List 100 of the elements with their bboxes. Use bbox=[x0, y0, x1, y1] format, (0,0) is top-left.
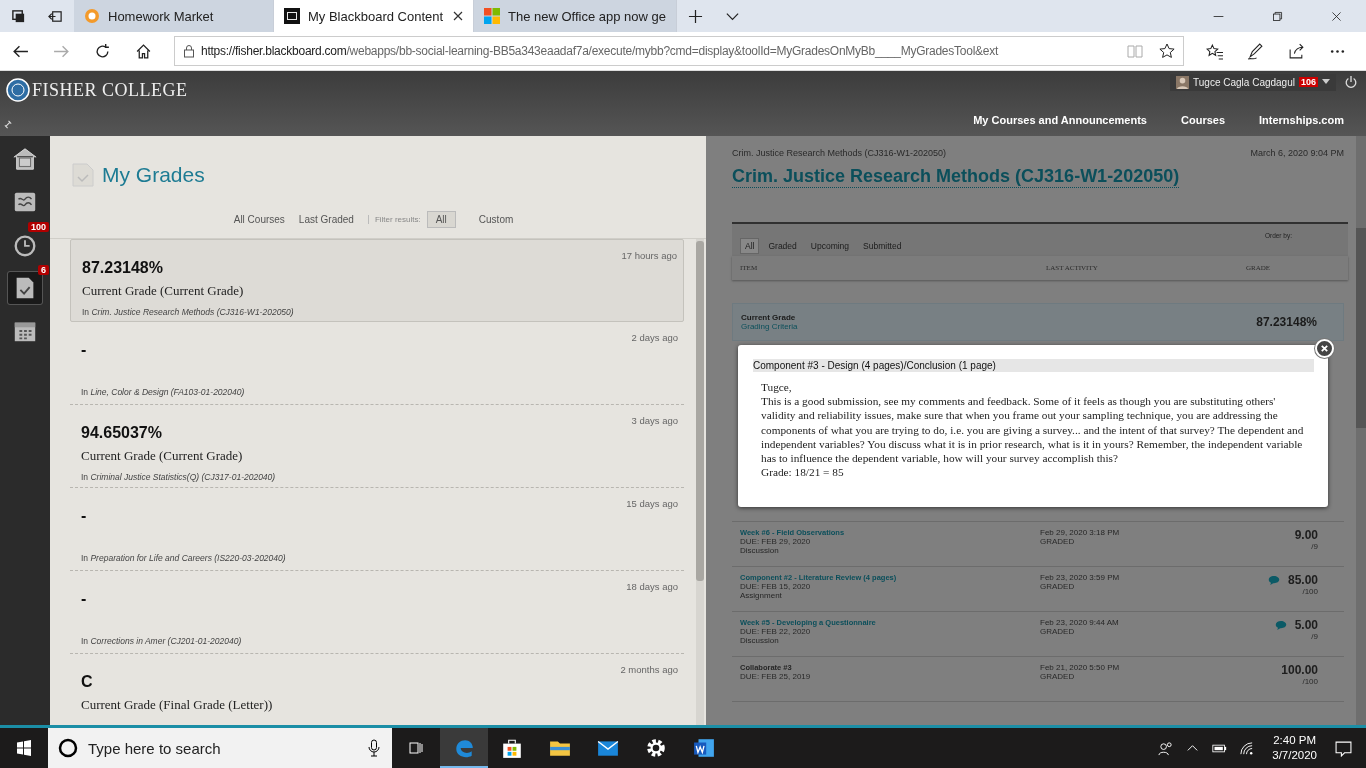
address-field[interactable]: https://fisher.blackboard.com/webapps/bb-social-learning-BB5a343eaadaf7a/execute/mybb?cmd=display&toolId=MyGradesOnMyBb____MyGradesTool&ext bbox=[174, 36, 1184, 66]
power-icon[interactable] bbox=[1344, 75, 1358, 89]
status-text: GRADED bbox=[1040, 672, 1076, 681]
search-field[interactable]: Type here to search bbox=[48, 728, 392, 768]
grade-value: 100.00 bbox=[1281, 663, 1318, 677]
time-ago: 18 days ago bbox=[626, 581, 678, 592]
wifi-icon[interactable] bbox=[1239, 740, 1255, 756]
status-text: GRADED bbox=[1040, 582, 1076, 591]
grade-value: - bbox=[81, 507, 87, 525]
four-squares-icon bbox=[484, 8, 500, 24]
caret-icon bbox=[1322, 79, 1330, 85]
grade-value: - bbox=[81, 590, 87, 608]
scrollbar-thumb[interactable] bbox=[1356, 228, 1366, 428]
restore-icon[interactable] bbox=[1271, 9, 1284, 23]
graded-page-icon bbox=[72, 163, 94, 187]
due-date: DUE: FEB 15, 2020 bbox=[740, 582, 812, 591]
grade-title: Current Grade (Current Grade) bbox=[81, 448, 244, 464]
grade-card[interactable]: 87.23148% 17 hours ago Current Grade (Current Grade) In Crim. Justice Research Methods (CJ316-W1-202050) bbox=[70, 239, 684, 322]
filter-option[interactable]: Graded bbox=[763, 238, 802, 254]
browser-tab[interactable]: My Blackboard Content bbox=[274, 0, 474, 32]
scrollbar-thumb[interactable] bbox=[696, 241, 704, 581]
status-text: GRADED bbox=[1040, 537, 1076, 546]
filter-option[interactable]: All bbox=[740, 238, 760, 254]
grade-value: 87.23148% bbox=[82, 259, 163, 277]
row-label: Current Grade bbox=[741, 313, 797, 322]
bb-logo-icon bbox=[284, 8, 300, 24]
grade-title: Current Grade (Final Grade (Letter)) bbox=[81, 697, 274, 713]
star-icon[interactable] bbox=[1159, 43, 1175, 59]
grade-value: 85.00 bbox=[1287, 573, 1318, 587]
points-possible: /100 bbox=[1302, 587, 1318, 596]
breadcrumb: Crim. Justice Research Methods (CJ316-W1-202050) bbox=[732, 148, 947, 158]
edge-browser-icon[interactable] bbox=[453, 737, 475, 759]
date-time: March 6, 2020 9:04 PM bbox=[1250, 148, 1344, 158]
nav-link[interactable]: My Courses and Announcements bbox=[973, 114, 1147, 126]
favorites-icon[interactable] bbox=[1206, 42, 1223, 60]
browser-tab[interactable]: The new Office app now ge bbox=[474, 0, 678, 32]
grade-value: 5.00 bbox=[1294, 618, 1318, 632]
filter-option[interactable]: Submitted bbox=[858, 238, 907, 254]
tab-title: The new Office app now ge bbox=[508, 8, 667, 24]
close-icon[interactable] bbox=[453, 11, 463, 21]
nav-link[interactable]: Internships.com bbox=[1259, 114, 1344, 126]
clock[interactable]: 2:40 PM 3/7/2020 bbox=[1272, 733, 1317, 763]
close-icon[interactable] bbox=[1330, 9, 1343, 23]
nav-link[interactable]: Courses bbox=[1181, 114, 1226, 126]
grade-value: 87.23148% bbox=[1256, 315, 1317, 329]
feedback-text: This is a good submission, see my comments and feedback. Some of it feels as though you are substituting others' validity and reliability issues, make sure that when you frame out your sampling technique, you are addressing the components of what you are trying to do, i.e. you are giving a survey... and the intent of that survey? The dependent and independent variables? You discuss what it is in prior research, what is it in yours? Remember, the independent variable has to influence the dependent variable, how will your survey accomplish this? bbox=[761, 394, 1305, 466]
item-type: Assignment bbox=[740, 591, 783, 600]
grade-text: Grade: 18/21 = 85 bbox=[761, 465, 845, 480]
time-ago: 17 hours ago bbox=[621, 250, 677, 261]
close-button[interactable] bbox=[1315, 339, 1334, 358]
grade-value: C bbox=[81, 673, 93, 691]
share-icon[interactable] bbox=[1288, 42, 1305, 60]
college-logo[interactable]: FISHER COLLEGE bbox=[32, 79, 188, 101]
course-name: In Criminal Justice Statistics(Q) (CJ317-01-202040) bbox=[81, 472, 277, 482]
back-tabs-icon[interactable] bbox=[48, 8, 63, 24]
filter-option[interactable]: All bbox=[426, 211, 456, 228]
home-icon[interactable] bbox=[135, 42, 152, 60]
filter-link[interactable]: Last Graded bbox=[298, 214, 354, 225]
due-date: DUE: FEB 29, 2020 bbox=[740, 537, 812, 546]
word-icon[interactable] bbox=[693, 737, 715, 759]
rail-button[interactable] bbox=[7, 271, 43, 305]
browser-tab[interactable]: Homework Market bbox=[74, 0, 274, 32]
activity-date: Feb 29, 2020 3:18 PM bbox=[1040, 528, 1121, 537]
page-title: My Grades bbox=[102, 163, 205, 187]
filter-option[interactable]: Upcoming bbox=[805, 238, 855, 254]
user-menu[interactable]: Tugce Cagla Cagdagul 106 bbox=[1170, 73, 1336, 91]
points-possible: /9 bbox=[1311, 542, 1318, 551]
microphone-icon[interactable] bbox=[368, 739, 380, 757]
grade-card[interactable]: - 18 days ago In Corrections in Amer (CJ201-01-202040) bbox=[70, 571, 684, 654]
course-name: In Crim. Justice Research Methods (CJ316-W1-202050) bbox=[82, 307, 295, 317]
people-icon[interactable] bbox=[1158, 740, 1174, 756]
user-avatar-icon bbox=[1176, 75, 1190, 89]
notification-count: 106 bbox=[1298, 77, 1318, 87]
filter-link[interactable]: All Courses bbox=[233, 214, 285, 225]
gear-icon[interactable] bbox=[645, 737, 667, 759]
item-type: Discussion bbox=[740, 546, 780, 555]
new-tab-icon[interactable] bbox=[688, 8, 704, 24]
due-date: DUE: FEB 25, 2019 bbox=[740, 672, 812, 681]
college-seal-icon bbox=[6, 78, 30, 102]
grade-value: 9.00 bbox=[1294, 528, 1318, 542]
bb-home-icon bbox=[12, 146, 38, 172]
grade-card[interactable]: - 15 days ago In Preparation for Life and Careers (IS220-03-202040) bbox=[70, 488, 684, 571]
windows-start-icon[interactable] bbox=[16, 740, 32, 756]
pen-icon[interactable] bbox=[1247, 42, 1264, 60]
points-possible: /100 bbox=[1302, 677, 1318, 686]
link-icon[interactable] bbox=[4, 120, 13, 129]
filter-label: Filter results: bbox=[367, 215, 421, 224]
time-ago: 2 days ago bbox=[631, 332, 678, 343]
shopping-bag-icon[interactable] bbox=[501, 737, 523, 759]
refresh-icon[interactable] bbox=[94, 42, 111, 60]
tab-actions-icon[interactable] bbox=[11, 8, 26, 24]
course-name: In Preparation for Life and Careers (IS220-03-202040) bbox=[81, 553, 287, 563]
greeting-text: Tugce, bbox=[761, 380, 793, 395]
grade-card[interactable]: - 2 days ago In Line, Color & Design (FA103-01-202040) bbox=[70, 322, 684, 405]
notifications-icon[interactable] bbox=[1335, 739, 1352, 757]
grade-card[interactable]: 94.65037% 3 days ago Current Grade (Current Grade) In Criminal Justice Statistics(Q) (CJ317-01-202040) bbox=[70, 405, 684, 488]
filter-option[interactable]: Custom bbox=[469, 211, 523, 228]
task-view-icon[interactable] bbox=[408, 740, 424, 756]
course-name: In Corrections in Amer (CJ201-01-202040) bbox=[81, 636, 243, 646]
lock-icon bbox=[183, 44, 195, 58]
